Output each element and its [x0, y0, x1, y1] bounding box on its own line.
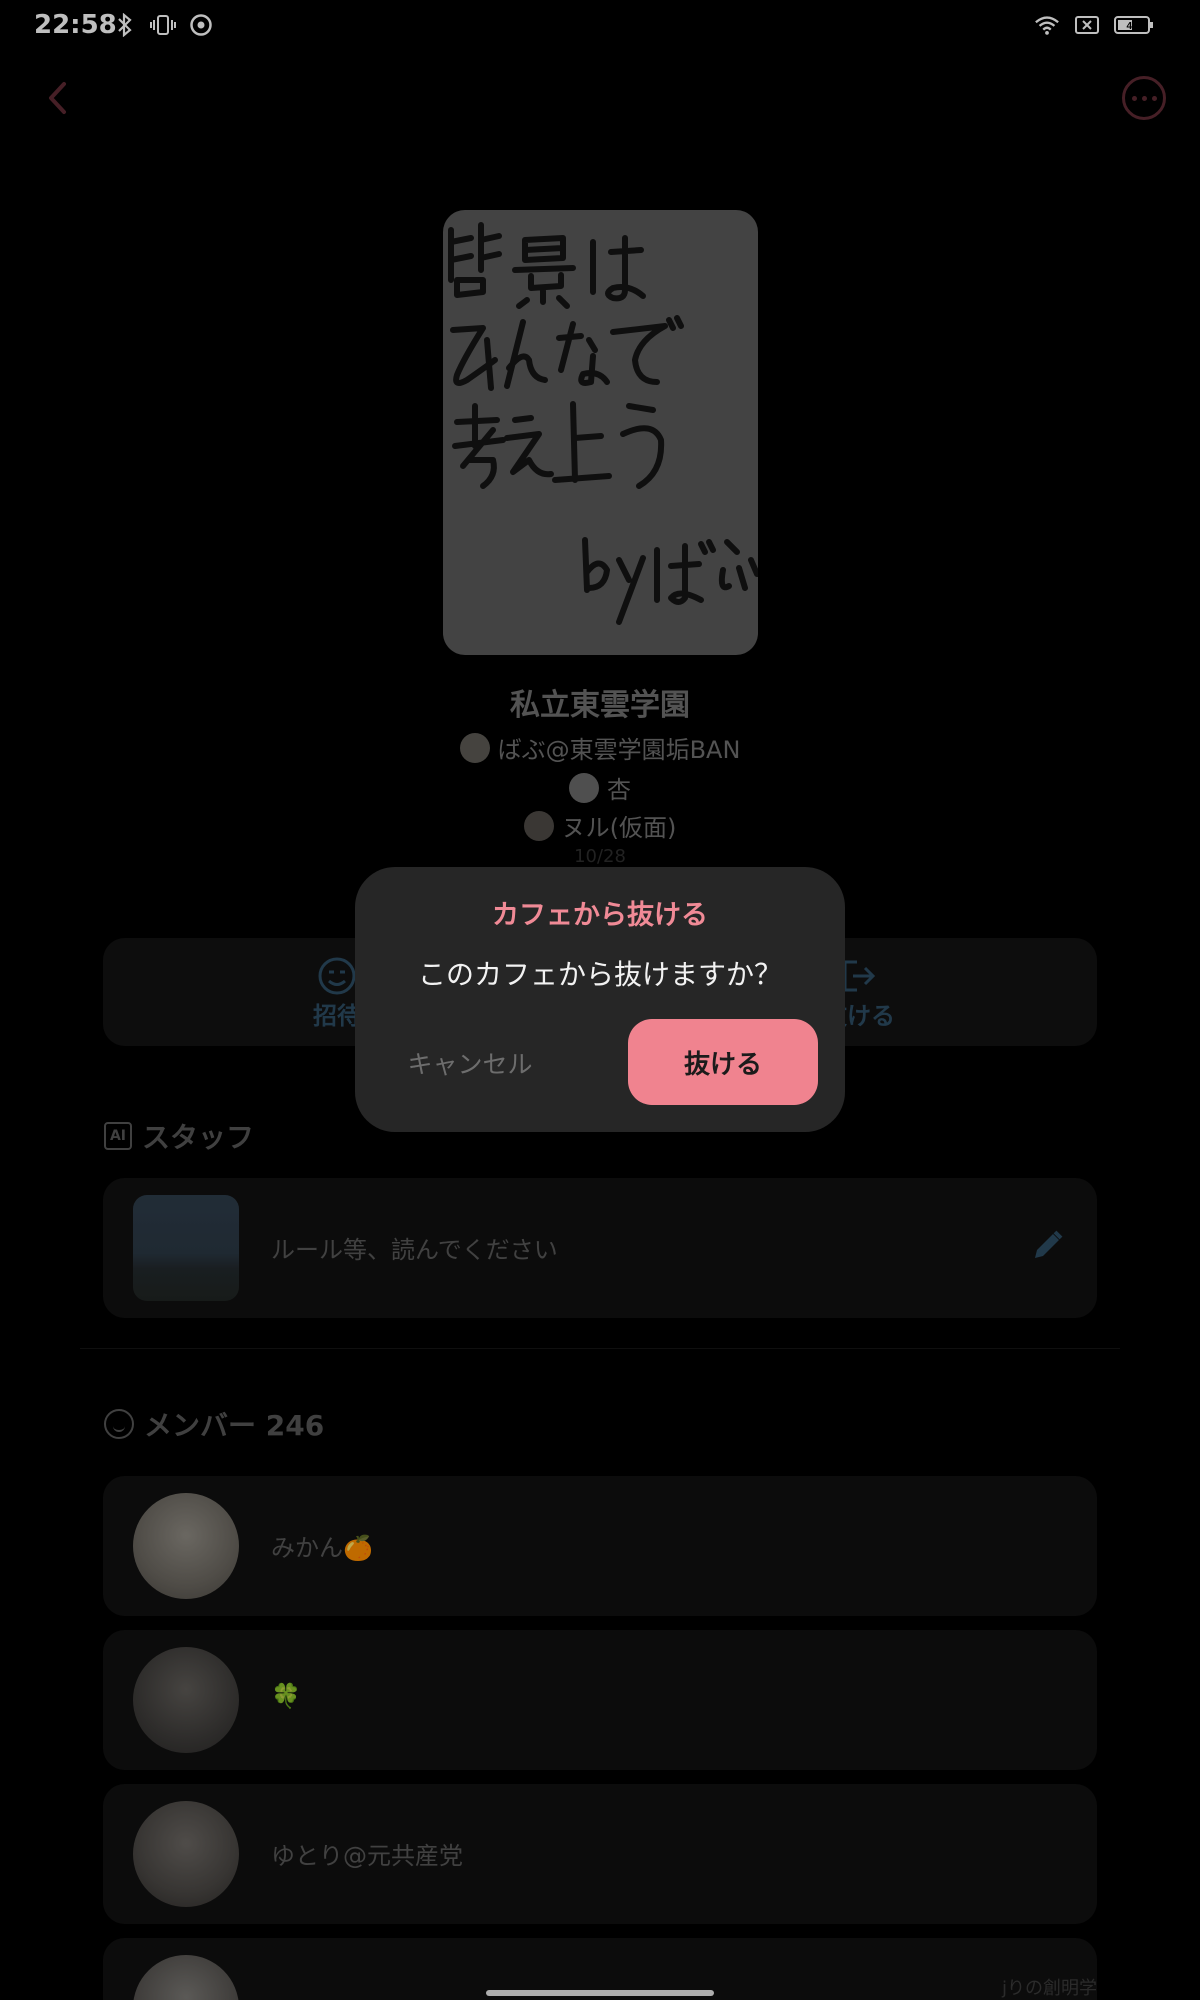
more-options-icon — [1131, 95, 1137, 101]
avatar — [569, 772, 599, 803]
cancel-button[interactable]: キャンセル — [385, 1020, 555, 1106]
invite-label: 招待 — [313, 1002, 361, 1030]
list-item[interactable]: みかん🍊 — [103, 1476, 1097, 1616]
bluetooth-icon — [112, 12, 138, 38]
ai-badge-icon: AI — [104, 1122, 132, 1150]
member-name: 🍀 — [271, 1682, 301, 1710]
members-section-title: メンバー 246 — [144, 1409, 325, 1442]
status-bar: 22:58 41 — [0, 0, 1200, 52]
admin-item[interactable]: ばぶ@東雲学園垢BAN — [0, 730, 1200, 765]
cafe-cover-image — [443, 210, 758, 655]
status-time: 22:58 — [34, 10, 117, 40]
dialog-message: このカフェから抜けますか？ — [417, 958, 782, 991]
exit-icon — [843, 960, 876, 992]
section-divider — [80, 1348, 1120, 1349]
pencil-icon — [1035, 1230, 1063, 1258]
avatar — [523, 810, 554, 841]
top-bar — [0, 62, 1200, 134]
admin-item[interactable]: ヌル(仮面) — [0, 808, 1200, 843]
avatar — [133, 1647, 239, 1753]
cafe-date: 10/28 — [574, 846, 626, 867]
chevron-left-icon — [49, 82, 66, 114]
chrome-icon — [188, 12, 214, 38]
avatar — [459, 732, 490, 763]
staff-section-header: AI スタッフ — [104, 1116, 254, 1156]
edit-button[interactable] — [1027, 1226, 1067, 1266]
avatar — [133, 1493, 239, 1599]
admin-name: ばぶ@東雲学園垢BAN — [497, 736, 741, 764]
battery-icon: 41 — [1114, 12, 1154, 38]
dialog-title: カフェから抜ける — [492, 900, 708, 931]
admin-name: ヌル(仮面) — [561, 814, 677, 842]
invite-icon — [318, 957, 356, 995]
list-item[interactable]: 🍀 — [103, 1630, 1097, 1770]
back-button[interactable] — [38, 78, 78, 118]
list-item[interactable]: ゆとり@元共産党 — [103, 1784, 1097, 1924]
invite-button[interactable]: 招待 — [313, 956, 361, 1031]
members-section-header: メンバー 246 — [104, 1404, 324, 1444]
wifi-icon — [1034, 12, 1060, 38]
avatar — [133, 1955, 239, 2000]
home-indicator[interactable] — [486, 1990, 714, 1996]
member-name: みかん🍊 — [271, 1534, 373, 1562]
member-name: ゆとり@元共産党 — [271, 1842, 463, 1870]
leave-cafe-dialog: カフェから抜ける このカフェから抜けますか？ キャンセル 抜ける — [355, 867, 845, 1132]
staff-section-title: スタッフ — [142, 1121, 255, 1154]
staff-notice-text: ルール等、読んでください — [271, 1236, 558, 1264]
smile-icon — [104, 1409, 134, 1439]
avatar — [133, 1801, 239, 1907]
staff-notice-card[interactable]: ルール等、読んでください — [103, 1178, 1097, 1318]
confirm-leave-button[interactable]: 抜ける — [628, 1019, 818, 1105]
admin-item[interactable]: 杏 — [0, 770, 1200, 805]
cafe-title: 私立東雲学園 — [510, 688, 690, 723]
member-extra: jりの創明学 — [1001, 1978, 1097, 1999]
vibrate-icon — [150, 12, 176, 38]
battery-level: 41 — [1126, 21, 1138, 32]
sim-off-icon — [1074, 12, 1100, 38]
staff-thumbnail — [133, 1195, 239, 1301]
more-options-button[interactable] — [1122, 76, 1166, 120]
admin-name: 杏 — [607, 776, 631, 804]
